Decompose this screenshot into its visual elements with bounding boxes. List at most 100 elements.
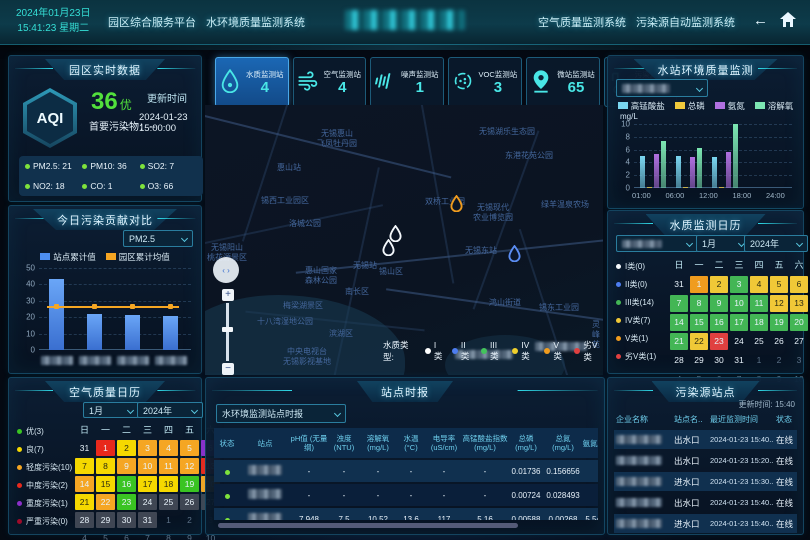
home-icon[interactable] (780, 12, 796, 31)
panel-title: 空气质量日历 (45, 381, 165, 402)
map-place-label: 锡西工业园区 (261, 196, 309, 206)
bar-总磷 (683, 187, 688, 188)
column-header: 状态 (774, 414, 804, 425)
legend-label: 水质类型: (383, 339, 416, 363)
blurred-category-label (155, 356, 187, 365)
pollution-source-row[interactable]: 进水口2024-01-23 15:30..在线 (614, 472, 797, 491)
cell-value: 0.00588 (508, 515, 544, 521)
calendar-day: 29 (690, 352, 708, 369)
map-zoom-control[interactable]: ‹ › + − (213, 257, 241, 375)
report-row[interactable]: 7.9487.510.5213.61175.160.005880.002685.… (214, 508, 598, 520)
calendar-day: 3 (138, 440, 157, 456)
station-filter-pin[interactable]: 微站监测站 65 (526, 57, 600, 107)
calendar-day: 16 (117, 476, 136, 492)
calendar-day: 30 (710, 352, 728, 369)
update-time: 更新时间: 15:40 (739, 399, 796, 410)
calendar-day: 24 (730, 333, 748, 350)
report-type-select[interactable]: 水环境监测站点时报 (216, 404, 346, 423)
pollution-source-row[interactable]: 出水口2024-01-23 15:40..在线 (614, 493, 797, 512)
cell-value: - (582, 467, 598, 476)
station-count: 4 (246, 80, 284, 96)
station-filter-wind[interactable]: 空气监测站 4 (293, 57, 367, 107)
horizontal-scrollbar[interactable] (218, 523, 518, 528)
calendar-day: 31 (75, 440, 94, 456)
nav-park-platform[interactable]: 园区综合服务平台 (108, 14, 196, 30)
water-station-marker[interactable] (508, 245, 521, 262)
map-place-label: 无锡现代 农业博览园 (473, 203, 513, 223)
calendar-day: 18 (750, 314, 768, 331)
legend-item: III类(14) (616, 293, 656, 311)
map-place-label: 惠山站 (277, 163, 301, 173)
nav-water-system[interactable]: 水环境质量监测系统 (206, 14, 305, 30)
calendar-day: 16 (710, 314, 728, 331)
column-header: 总磷 (mg/L) (508, 434, 544, 452)
map-place-label: 无锡东站 (465, 246, 497, 256)
cell-value: 13.6 (396, 515, 426, 521)
panel-title: 水站环境质量监测 (634, 59, 778, 80)
map-place-label: 无锡站 (353, 261, 377, 271)
month-select[interactable]: 1月 (83, 402, 139, 418)
pollution-source-row[interactable]: 出水口2024-01-23 15:40..在线 (614, 430, 797, 449)
wind-icon (298, 69, 320, 95)
status-dot (225, 494, 230, 499)
calendar-day: 18 (159, 476, 178, 492)
calendar-day: 11 (159, 458, 178, 474)
map-canvas[interactable]: 无锡惠山 飞凤牡丹园惠山站锡西工业园区洛城公园无锡阳山 桃花源景区无锡站惠山国家… (205, 105, 603, 375)
panel-water-chart: 水站环境质量监测 高锰酸盐总磷氨氮溶解氧 mg/L 024681001:0006… (607, 55, 804, 209)
bar-溶解氧 (733, 124, 738, 188)
month-select[interactable]: 1月 (696, 235, 750, 252)
top-header: 2024年01月23日15:41:23 星期二 园区综合服务平台 水环境质量监测… (0, 0, 810, 45)
calendar-day: 21 (670, 333, 688, 350)
pollutant-select[interactable]: PM2.5 (123, 230, 193, 247)
map-pan-compass[interactable]: ‹ › (213, 257, 239, 283)
zoom-in-button[interactable]: + (222, 289, 234, 301)
cell-value: 0.01736 (508, 467, 544, 476)
calendar-station-select[interactable] (616, 235, 698, 252)
panel-contribution: 今日污染贡献对比 PM2.5 站点累计值园区累计均值 01020304050 (8, 205, 202, 374)
legend-item: 劣V类 (574, 339, 603, 363)
water-station-marker[interactable] (450, 195, 463, 212)
back-icon[interactable]: ← (753, 12, 768, 29)
bar-高锰酸盐 (676, 156, 681, 188)
metric-so2: SO2: 7 (140, 161, 197, 171)
day-header: 三 (730, 257, 748, 274)
calendar-day: 22 (690, 333, 708, 350)
calendar-day: 17 (138, 476, 157, 492)
water-station-select[interactable] (616, 79, 708, 97)
nav-pollution-system[interactable]: 污染源自动监测系统 (636, 14, 735, 30)
station-type-bar: 水质监测站 4 空气监测站 4 噪声监测站 1 VOC监测站 3 微站监测站 6… (215, 57, 597, 107)
station-filter-noise[interactable]: 噪声监测站 1 (370, 57, 444, 107)
zoom-handle[interactable] (222, 327, 233, 332)
report-row[interactable]: ------0.017360.156656-- (214, 460, 598, 482)
year-select[interactable]: 2024年 (137, 402, 203, 418)
cell-value: 5.542091 (582, 515, 598, 521)
calendar-day: 2 (770, 352, 788, 369)
legend-item: II类(0) (616, 275, 656, 293)
column-header: 企业名称 (614, 414, 672, 425)
calendar-day: 6 (117, 530, 136, 540)
station-filter-water-drop[interactable]: 水质监测站 4 (215, 57, 289, 107)
year-select[interactable]: 2024年 (744, 235, 808, 252)
water-station-marker[interactable] (382, 239, 395, 256)
pollution-source-row[interactable]: 出水口2024-01-23 15:20..在线 (614, 451, 797, 470)
legend-item: V类(1) (616, 329, 656, 347)
map-place-label: 滨湖区 (329, 329, 353, 339)
zoom-out-button[interactable]: − (222, 363, 234, 375)
calendar-day: 25 (750, 333, 768, 350)
station-filter-voc[interactable]: VOC监测站 3 (448, 57, 523, 107)
report-row[interactable]: ------0.007240.028493-- (214, 484, 598, 506)
legend-item: II类 (452, 340, 472, 362)
nav-air-system[interactable]: 空气质量监测系统 (538, 14, 626, 30)
day-header: 一 (96, 422, 115, 438)
zoom-track[interactable] (226, 303, 229, 361)
station-type-label: VOC监测站 (479, 69, 518, 80)
pollution-source-row[interactable]: 进水口2024-01-23 15:40..在线 (614, 514, 797, 533)
calendar-day: 8 (690, 295, 708, 312)
legend-item: 优(3) (17, 422, 72, 440)
column-header: 状态 (214, 439, 240, 448)
aqi-badge: AQI (23, 88, 77, 148)
cell-value: 2024-01-23 15:20.. (708, 456, 774, 465)
metric-o3: O3: 66 (140, 181, 197, 191)
bar-氨氮 (726, 152, 731, 188)
blurred-category-label (117, 356, 149, 365)
